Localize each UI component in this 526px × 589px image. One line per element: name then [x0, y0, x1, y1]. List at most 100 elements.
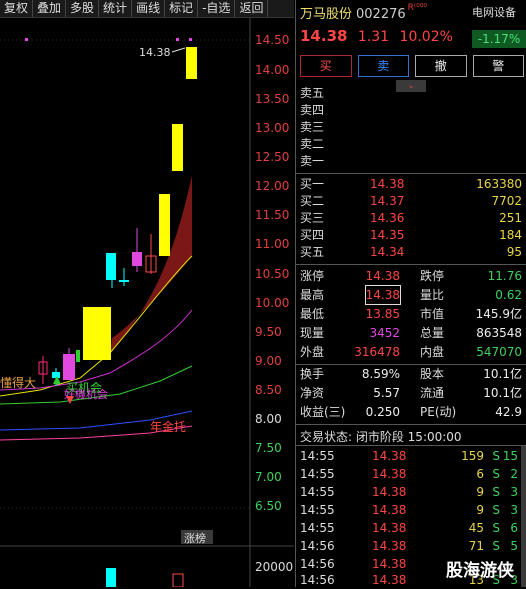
ask-row: 卖四 [300, 102, 522, 119]
candle-limit-up [172, 124, 183, 171]
stat-value: 8.59% [361, 367, 400, 381]
ask-row: 卖一 [300, 153, 522, 170]
price-tick: 12.00 [255, 179, 289, 193]
bid-label: 买二 [300, 194, 325, 208]
price-tick: 13.50 [255, 92, 289, 106]
ask-label: 卖四 [300, 103, 325, 117]
price-tick: 8.50 [255, 383, 282, 397]
bid-price: 14.34 [370, 245, 405, 259]
divider [296, 424, 526, 425]
stat-row: 涨停 14.38 跌停 11.76 [300, 267, 522, 285]
toolbar-fuquan[interactable]: 复权 [0, 0, 34, 17]
candle-limit-up [83, 307, 111, 360]
bid-row[interactable]: 买二 14.37 7702 [300, 193, 522, 210]
tick-volume: 71 [468, 539, 484, 553]
bid-price: 14.38 [370, 177, 405, 191]
price-tick: 12.50 [255, 150, 289, 164]
stat-row: 现量 3452 总量 863548 [300, 324, 522, 342]
high-price-pointer [171, 47, 186, 53]
toolbar-duogu[interactable]: 多股 [66, 0, 100, 17]
candle-up [132, 252, 142, 266]
volume-bar [172, 573, 184, 587]
bid-volume: 95 [506, 245, 522, 259]
toolbar-fanhui[interactable]: 返回 [235, 0, 269, 17]
bid-label: 买一 [300, 177, 325, 191]
bid-volume: 163380 [476, 177, 522, 191]
tick-count: 6 [510, 521, 518, 535]
price-change-pct: 10.02% [399, 29, 453, 45]
tick-time: 14:55 [300, 485, 335, 499]
tick-volume: 6 [476, 467, 484, 481]
stat-label: 外盘 [300, 345, 325, 359]
bid-label: 买三 [300, 211, 325, 225]
stat-row: 净资 5.57 流通 10.1亿 [300, 384, 522, 402]
tick-price: 14.38 [372, 573, 407, 587]
volume-bars [106, 568, 184, 587]
tick-time: 14:55 [300, 449, 335, 463]
volume-bar [106, 568, 116, 587]
stat-value: 0.250 [365, 405, 400, 419]
ticks-scrollbar[interactable] [521, 446, 526, 587]
tick-count: 3 [510, 485, 518, 499]
bid-row[interactable]: 买三 14.36 251 [300, 210, 522, 227]
tick-row: 14:55 14.38 45 S 6 [300, 519, 522, 537]
stat-label: 换手 [300, 367, 325, 381]
toolbar-huaxian[interactable]: 画线 [132, 0, 166, 17]
ask-label: 卖二 [300, 137, 325, 151]
trade-buttons: 买 卖 撤 警 [300, 55, 524, 77]
stat-value: 316478 [354, 345, 400, 359]
quote-panel: 万马股份 002276 R⁽⁰⁰⁰ 电网设备 14.38 1.31 10.02% -… [295, 0, 526, 587]
chart-toolbar: 复权 叠加 多股 统计 画线 标记 -自选 返回 [0, 0, 294, 18]
volume-axis-tick: 20000 [255, 560, 293, 574]
stat-value: 14.38 [365, 269, 400, 283]
ask-label: 卖三 [300, 120, 325, 134]
tick-row: 14:56 14.38 71 S 5 [300, 537, 522, 555]
stat-value: 0.62 [495, 288, 522, 302]
ask-row: 卖二 [300, 136, 522, 153]
bid-row[interactable]: 买五 14.34 95 [300, 244, 522, 261]
stock-name[interactable]: 万马股份 [300, 7, 352, 22]
cancel-order-button[interactable]: 撤 [415, 55, 467, 77]
bid-row[interactable]: 买一 14.38 163380 [300, 176, 522, 193]
price-axis: 14.50 14.00 13.50 13.00 12.50 12.00 11.5… [255, 33, 293, 574]
stat-value: 10.1亿 [483, 367, 522, 381]
stat-row: 外盘 316478 内盘 547070 [300, 343, 522, 361]
ask-row: 卖三 [300, 119, 522, 136]
stat-label: 收益(三) [300, 405, 346, 419]
price-tick: 14.00 [255, 63, 289, 77]
buy-button[interactable]: 买 [300, 55, 352, 77]
candle-up [76, 350, 80, 362]
stat-value: 14.38 [364, 285, 402, 305]
tick-side: S [492, 449, 500, 463]
tick-volume: 159 [461, 449, 484, 463]
price-line: 14.38 1.31 10.02% [300, 27, 453, 45]
price-tick: 11.00 [255, 237, 289, 251]
tick-side: S [492, 467, 500, 481]
stat-row: 收益(三) 0.250 PE(动) 42.9 [300, 403, 522, 421]
bid-volume: 184 [499, 228, 522, 242]
stat-value: 3452 [369, 326, 400, 340]
stat-row: 最高 14.38 量比 0.62 [300, 285, 522, 305]
divider [296, 173, 526, 174]
ask-label: 卖五 [300, 86, 325, 100]
tick-count: 2 [510, 467, 518, 481]
toolbar-biaoji[interactable]: 标记 [165, 0, 199, 17]
toolbar-zixuan[interactable]: -自选 [198, 0, 236, 17]
toolbar-tongji[interactable]: 统计 [99, 0, 133, 17]
sell-button[interactable]: 卖 [357, 55, 409, 77]
tick-price: 14.38 [372, 539, 407, 553]
bid-label: 买五 [300, 245, 325, 259]
kline-chart[interactable]: 14.50 14.00 13.50 13.00 12.50 12.00 11.5… [0, 18, 294, 587]
tick-time: 14:55 [300, 467, 335, 481]
stat-label: 最高 [300, 288, 325, 302]
stat-value: 10.1亿 [483, 386, 522, 400]
bid-row[interactable]: 买四 14.35 184 [300, 227, 522, 244]
watermark-text: 股海游侠 [446, 561, 514, 581]
alert-button[interactable]: 警 [472, 55, 524, 77]
tick-price: 14.38 [372, 503, 407, 517]
toolbar-diejia[interactable]: 叠加 [33, 0, 67, 17]
sector-name[interactable]: 电网设备 [472, 4, 516, 20]
tick-time: 14:55 [300, 521, 335, 535]
candle-limit-up [159, 194, 170, 256]
stat-value: 547070 [476, 345, 522, 359]
